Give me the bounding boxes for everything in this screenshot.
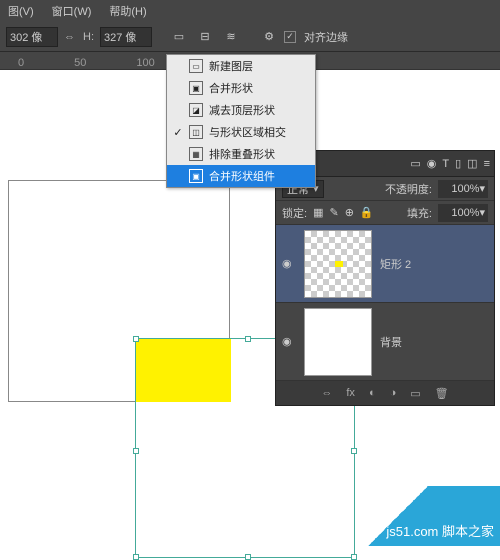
link-icon[interactable]: ⇔ [64, 31, 75, 43]
handle-w[interactable] [133, 448, 139, 454]
merge-icon: ▣ [189, 169, 203, 183]
opacity-label: 不透明度: [385, 181, 432, 197]
adjustment-icon[interactable]: ◑ [390, 387, 397, 399]
link-layers-icon[interactable]: ⇔ [321, 387, 332, 399]
menu-merge-components[interactable]: ▣ 合并形状组件 [167, 165, 315, 187]
fx-icon[interactable]: fx [346, 387, 355, 399]
visibility-icon[interactable]: ◉ [282, 257, 296, 270]
menu-view[interactable]: 图(V) [8, 3, 34, 19]
gear-icon[interactable]: ⚙ [258, 26, 280, 48]
menu-label: 合并形状组件 [209, 168, 275, 184]
ruler-tick: 0 [18, 57, 24, 69]
opacity-input[interactable]: 100%▾ [438, 180, 488, 198]
pathop-dropdown-menu: ▭新建图层 ▣合并形状 ◪减去顶层形状 ✓◫与形状区域相交 ▦排除重叠形状 ▣合… [166, 54, 316, 188]
handle-e[interactable] [351, 448, 357, 454]
width-input[interactable]: 302 像 [6, 27, 58, 47]
handle-s[interactable] [245, 554, 251, 560]
handle-nw[interactable] [133, 336, 139, 342]
lock-row: 锁定: ▦ ✎ ⊕ 🔒 填充: 100%▾ [276, 201, 494, 225]
mask-icon[interactable]: ◐ [369, 387, 376, 399]
menu-help[interactable]: 帮助(H) [109, 3, 146, 19]
delete-icon[interactable]: 🗑 [435, 387, 449, 400]
lock-position-icon[interactable]: ⊕ [345, 206, 354, 219]
handle-sw[interactable] [133, 554, 139, 560]
panel-menu-icon[interactable]: ≡ [484, 158, 490, 170]
filter-type-icon[interactable]: T [442, 158, 449, 170]
lock-label: 锁定: [282, 205, 307, 221]
align-edges-label: 对齐边缘 [304, 29, 348, 45]
intersect-icon: ◫ [189, 125, 203, 139]
filter-pixel-icon[interactable]: ▭ [410, 157, 420, 170]
lock-transparent-icon[interactable]: ▦ [313, 206, 323, 219]
lock-all-icon[interactable]: 🔒 [360, 206, 374, 219]
options-bar: 302 像 ⇔ H: 327 像 ▭ ⊟ ≋ ⚙ 对齐边缘 [0, 22, 500, 52]
layer-background[interactable]: ◉ 背景 [276, 303, 494, 381]
height-label: H: [83, 31, 94, 43]
menu-combine[interactable]: ▣ 合并形状 [167, 77, 315, 99]
new-layer-icon[interactable]: ▭ [410, 387, 420, 400]
watermark: js51.com 脚本之家 [340, 486, 500, 546]
layer-thumbnail[interactable] [304, 230, 372, 298]
ruler-tick: 50 [74, 57, 86, 69]
handle-se[interactable] [351, 554, 357, 560]
combine-icon: ▣ [189, 81, 203, 95]
layer-rect2[interactable]: ◉ 矩形 2 [276, 225, 494, 303]
layers-panel: ⯆ ▭ ◉ T ▯ ◫ ≡ 正常▾ 不透明度: 100%▾ 锁定: ▦ ✎ ⊕ … [275, 150, 495, 406]
height-input[interactable]: 327 像 [100, 27, 152, 47]
visibility-icon[interactable]: ◉ [282, 335, 296, 348]
filter-adjust-icon[interactable]: ◉ [427, 157, 437, 170]
menu-label: 减去顶层形状 [209, 102, 275, 118]
align-icon[interactable]: ⊟ [194, 26, 216, 48]
fill-input[interactable]: 100%▾ [438, 204, 488, 222]
menu-intersect[interactable]: ✓◫与形状区域相交 [167, 121, 315, 143]
ruler-tick: 100 [136, 57, 154, 69]
menu-subtract[interactable]: ◪ 减去顶层形状 [167, 99, 315, 121]
menu-label: 合并形状 [209, 80, 253, 96]
menu-new-layer[interactable]: ▭ 新建图层 [167, 55, 315, 77]
fill-label: 填充: [407, 205, 432, 221]
filter-smart-icon[interactable]: ◫ [467, 157, 477, 170]
menu-label: 与形状区域相交 [209, 124, 286, 140]
menu-label: 新建图层 [209, 58, 253, 74]
filter-shape-icon[interactable]: ▯ [455, 157, 461, 170]
menu-label: 排除重叠形状 [209, 146, 275, 162]
menubar: 图(V) 窗口(W) 帮助(H) [0, 0, 500, 22]
align-edges-checkbox[interactable] [284, 31, 296, 43]
layers-footer: ⇔ fx ◐ ◑ ▭ 🗑 [276, 381, 494, 405]
new-layer-icon: ▭ [189, 59, 203, 73]
menu-exclude[interactable]: ▦ 排除重叠形状 [167, 143, 315, 165]
arrange-icon[interactable]: ≋ [220, 26, 242, 48]
layer-thumbnail[interactable] [304, 308, 372, 376]
pathop-icon[interactable]: ▭ [168, 26, 190, 48]
menu-window[interactable]: 窗口(W) [52, 3, 92, 19]
layer-name[interactable]: 矩形 2 [380, 256, 411, 272]
handle-n[interactable] [245, 336, 251, 342]
layer-name[interactable]: 背景 [380, 334, 402, 350]
exclude-icon: ▦ [189, 147, 203, 161]
lock-pixels-icon[interactable]: ✎ [329, 206, 338, 219]
subtract-icon: ◪ [189, 103, 203, 117]
